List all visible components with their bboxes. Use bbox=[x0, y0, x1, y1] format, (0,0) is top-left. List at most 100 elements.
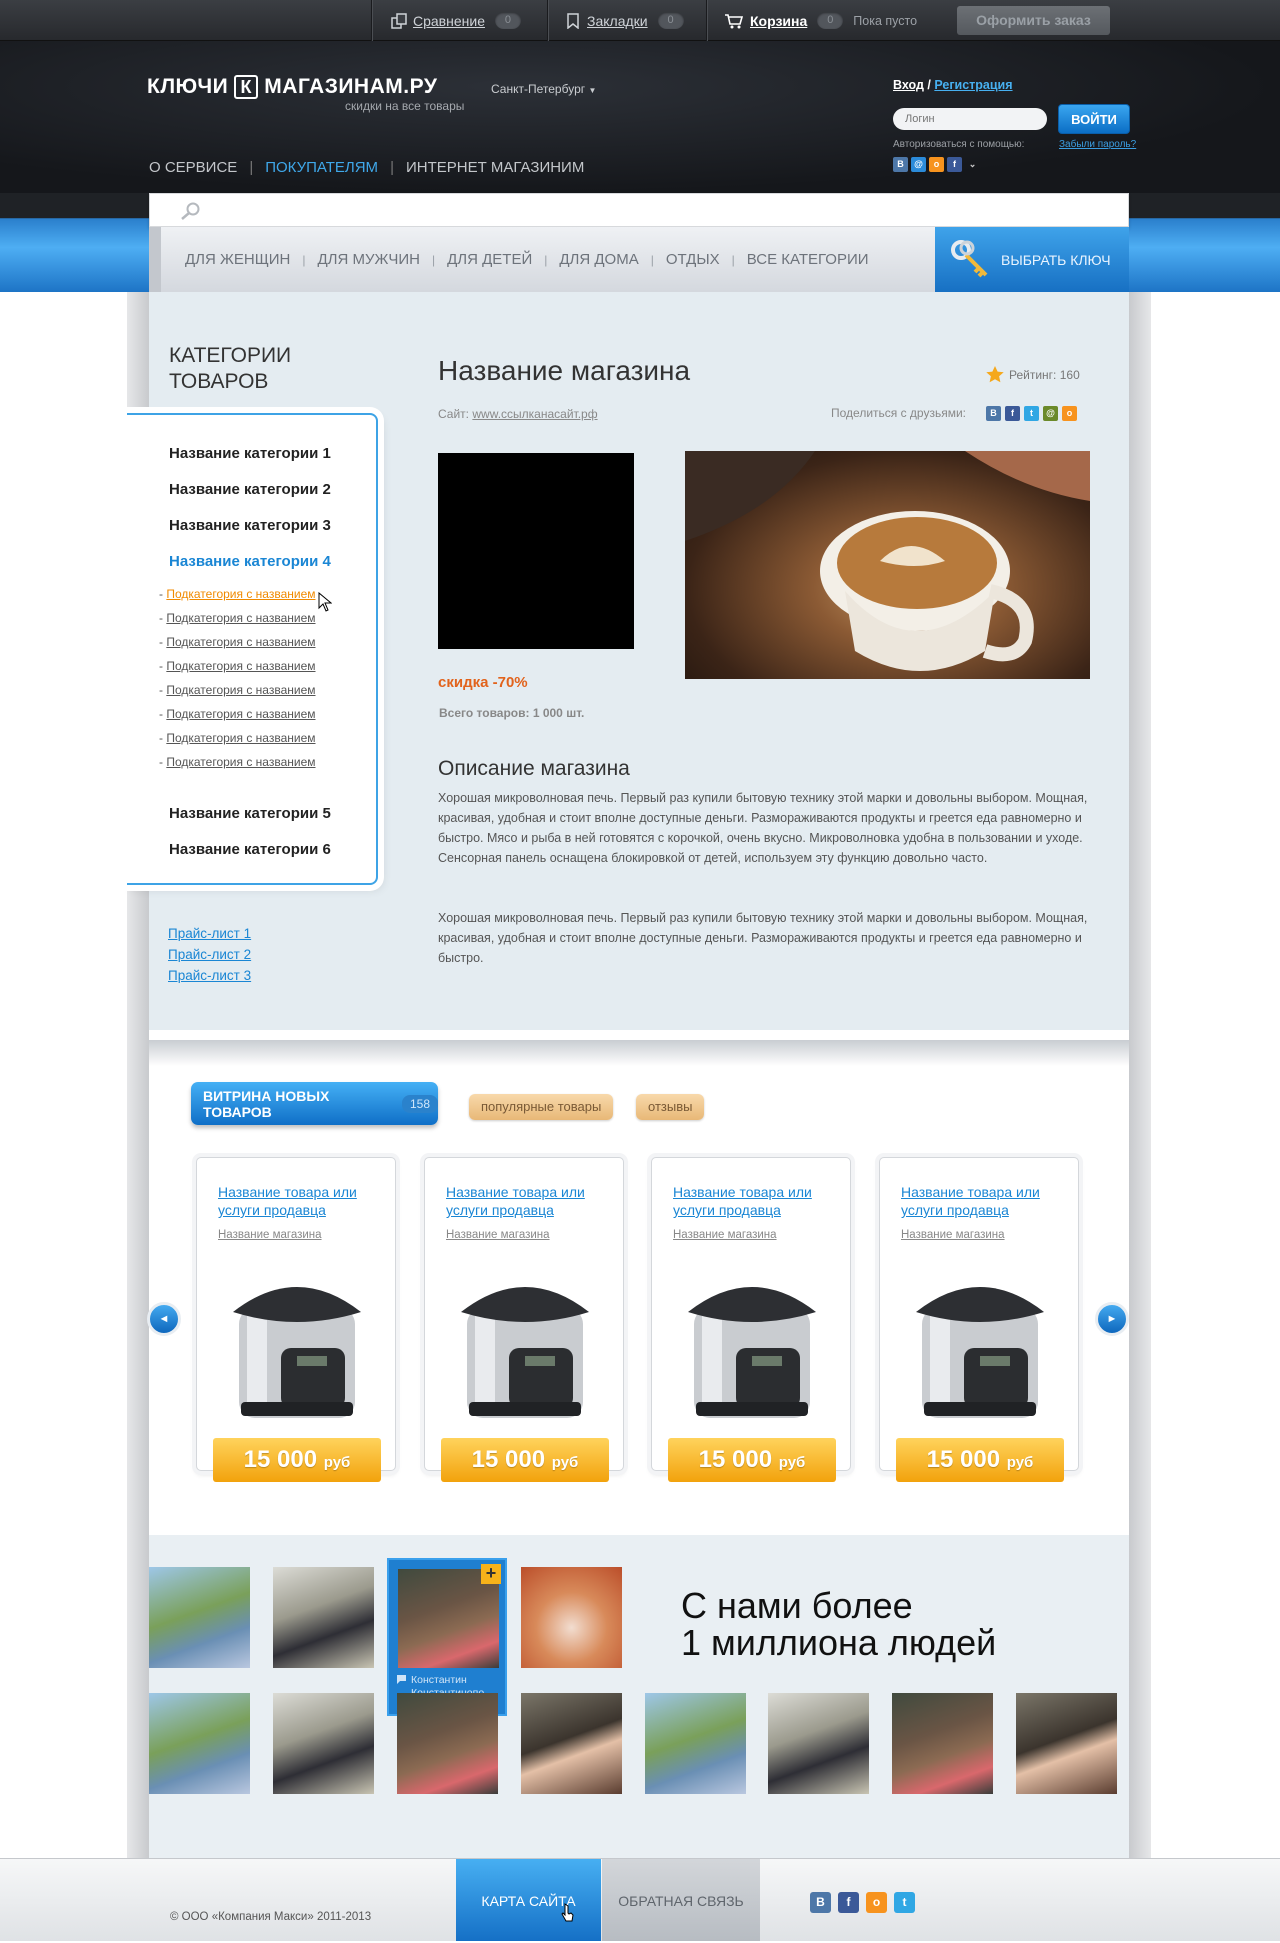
cart-link[interactable]: Корзина 0 Пока пусто bbox=[724, 12, 917, 29]
price-currency: руб bbox=[551, 1454, 579, 1471]
twitter-icon[interactable]: t bbox=[1024, 406, 1039, 421]
mailru-icon[interactable]: @ bbox=[1043, 406, 1058, 421]
product-card[interactable]: Название товара или услуги продавца Назв… bbox=[651, 1157, 851, 1482]
product-shop-link[interactable]: Название магазина bbox=[446, 1229, 550, 1241]
bookmarks-link[interactable]: Закладки 0 bbox=[565, 12, 684, 29]
avatar[interactable] bbox=[149, 1693, 250, 1794]
product-card[interactable]: Название товара или услуги продавца Назв… bbox=[196, 1157, 396, 1482]
footer-social-icons: В f о t bbox=[810, 1892, 915, 1913]
nav-rest[interactable]: ОТДЫХ bbox=[666, 251, 720, 268]
sidebar-category[interactable]: Название категории 3 bbox=[169, 517, 331, 534]
avatar[interactable] bbox=[273, 1693, 374, 1794]
checkout-button[interactable]: Оформить заказ bbox=[957, 6, 1110, 35]
avatar[interactable] bbox=[1016, 1693, 1117, 1794]
price-value: 15 000 bbox=[926, 1446, 1001, 1473]
sidebar-category[interactable]: Название категории 2 bbox=[169, 481, 331, 498]
site-link[interactable]: www.ссылканасайт.рф bbox=[472, 407, 597, 421]
odnoklassniki-icon[interactable]: о bbox=[866, 1892, 887, 1913]
price-list-link[interactable]: Прайс-лист 1 bbox=[168, 926, 251, 941]
tab-popular[interactable]: популярные товары bbox=[469, 1094, 614, 1120]
nav-men[interactable]: ДЛЯ МУЖЧИН bbox=[318, 251, 421, 268]
share-label: Поделиться с друзьями: bbox=[831, 406, 967, 420]
product-shop-link[interactable]: Название магазина bbox=[901, 1229, 1005, 1241]
feedback-button[interactable]: ОБРАТНАЯ СВЯЗЬ bbox=[602, 1859, 760, 1941]
avatar[interactable] bbox=[892, 1693, 993, 1794]
login-input[interactable] bbox=[893, 108, 1047, 130]
product-shop-link[interactable]: Название магазина bbox=[218, 1229, 322, 1241]
product-card[interactable]: Название товара или услуги продавца Назв… bbox=[424, 1157, 624, 1482]
product-image bbox=[233, 1287, 361, 1418]
product-shop-link[interactable]: Название магазина bbox=[673, 1229, 777, 1241]
odnoklassniki-icon[interactable]: о bbox=[929, 157, 944, 172]
avatar[interactable] bbox=[397, 1693, 498, 1794]
logo-key-letter: К bbox=[234, 75, 259, 99]
product-image bbox=[688, 1287, 816, 1418]
twitter-icon[interactable]: t bbox=[894, 1892, 915, 1913]
price-list-link[interactable]: Прайс-лист 2 bbox=[168, 947, 251, 962]
vk-icon[interactable]: В bbox=[810, 1892, 831, 1913]
product-name-link[interactable]: Название товара или услуги продавца bbox=[446, 1183, 606, 1219]
register-link[interactable]: Регистрация bbox=[934, 78, 1012, 92]
avatar[interactable] bbox=[149, 1567, 250, 1668]
avatar[interactable] bbox=[273, 1567, 374, 1668]
sidebar-category-active[interactable]: Название категории 4 bbox=[169, 553, 331, 570]
mailru-icon[interactable]: @ bbox=[911, 157, 926, 172]
avatar[interactable] bbox=[521, 1693, 622, 1794]
facebook-icon[interactable]: f bbox=[838, 1892, 859, 1913]
subcategory-item[interactable]: - Подкатегория с названием bbox=[159, 587, 316, 601]
nav-kids[interactable]: ДЛЯ ДЕТЕЙ bbox=[447, 251, 532, 268]
forgot-password-link[interactable]: Забыли пароль? bbox=[1059, 139, 1136, 150]
nav-home[interactable]: ДЛЯ ДОМА bbox=[559, 251, 638, 268]
community-slogan: С нами более 1 миллиона людей bbox=[681, 1587, 996, 1661]
nav-shops[interactable]: ИНТЕРНЕТ МАГАЗИНИМ bbox=[394, 159, 596, 176]
subcategory-item[interactable]: - Подкатегория с названием bbox=[159, 611, 316, 625]
discount-label: скидка -70% bbox=[438, 674, 528, 691]
choose-key-button[interactable]: ВЫБРАТЬ КЛЮЧ bbox=[935, 227, 1129, 292]
facebook-icon[interactable]: f bbox=[1005, 406, 1020, 421]
price-list-link[interactable]: Прайс-лист 3 bbox=[168, 968, 251, 983]
mouse-cursor-icon bbox=[318, 592, 332, 612]
divider: | bbox=[731, 252, 735, 267]
avatar[interactable] bbox=[521, 1567, 622, 1668]
sitemap-button[interactable]: КАРТА САЙТА bbox=[456, 1859, 601, 1941]
avatar[interactable] bbox=[768, 1693, 869, 1794]
login-link[interactable]: Вход bbox=[893, 78, 924, 92]
subcategory-item[interactable]: - Подкатегория с названием bbox=[159, 635, 316, 649]
product-price: 15 000 руб bbox=[441, 1438, 609, 1482]
nav-women[interactable]: ДЛЯ ЖЕНЩИН bbox=[185, 251, 290, 268]
sidebar-category[interactable]: Название категории 1 bbox=[169, 445, 331, 462]
tab-new-products[interactable]: ВИТРИНА НОВЫХ ТОВАРОВ 158 bbox=[191, 1082, 438, 1125]
plus-icon[interactable]: + bbox=[481, 1564, 501, 1584]
subcategory-item[interactable]: - Подкатегория с названием bbox=[159, 707, 316, 721]
subcategory-item[interactable]: - Подкатегория с названием bbox=[159, 659, 316, 673]
nav-buyers[interactable]: ПОКУПАТЕЛЯМ bbox=[253, 159, 390, 176]
page-title: Название магазина bbox=[438, 355, 691, 386]
site-logo[interactable]: КЛЮЧИ К МАГАЗИНАМ.РУ bbox=[147, 75, 437, 99]
vk-icon[interactable]: В bbox=[893, 157, 908, 172]
carousel-next-button[interactable]: ► bbox=[1095, 1302, 1129, 1336]
search-input[interactable] bbox=[149, 193, 1129, 227]
page-edge bbox=[1129, 292, 1151, 1862]
avatar[interactable] bbox=[645, 1693, 746, 1794]
nav-about[interactable]: О СЕРВИСЕ bbox=[149, 159, 249, 176]
tab-reviews[interactable]: отзывы bbox=[636, 1094, 705, 1120]
city-selector[interactable]: Санкт-Петербург ▼ bbox=[491, 82, 596, 96]
vk-icon[interactable]: В bbox=[986, 406, 1001, 421]
login-button[interactable]: ВОЙТИ bbox=[1058, 104, 1130, 134]
facebook-icon[interactable]: f bbox=[947, 157, 962, 172]
product-name-link[interactable]: Название товара или услуги продавца bbox=[673, 1183, 833, 1219]
subcategory-item[interactable]: - Подкатегория с названием bbox=[159, 755, 316, 769]
carousel-prev-button[interactable]: ◄ bbox=[147, 1302, 181, 1336]
sidebar-category[interactable]: Название категории 6 bbox=[169, 841, 331, 858]
product-name-link[interactable]: Название товара или услуги продавца bbox=[901, 1183, 1061, 1219]
subcategory-item[interactable]: - Подкатегория с названием bbox=[159, 731, 316, 745]
product-name-link[interactable]: Название товара или услуги продавца bbox=[218, 1183, 378, 1219]
compare-link[interactable]: Сравнение 0 bbox=[391, 12, 521, 29]
sidebar-category[interactable]: Название категории 5 bbox=[169, 805, 331, 822]
subcategory-item[interactable]: - Подкатегория с названием bbox=[159, 683, 316, 697]
chevron-down-icon[interactable]: ⌄ bbox=[965, 157, 980, 172]
description-text: Хорошая микроволновая печь. Первый раз к… bbox=[438, 911, 1088, 965]
odnoklassniki-icon[interactable]: о bbox=[1062, 406, 1077, 421]
nav-all-categories[interactable]: ВСЕ КАТЕГОРИИ bbox=[747, 251, 869, 268]
product-card[interactable]: Название товара или услуги продавца Назв… bbox=[879, 1157, 1079, 1482]
